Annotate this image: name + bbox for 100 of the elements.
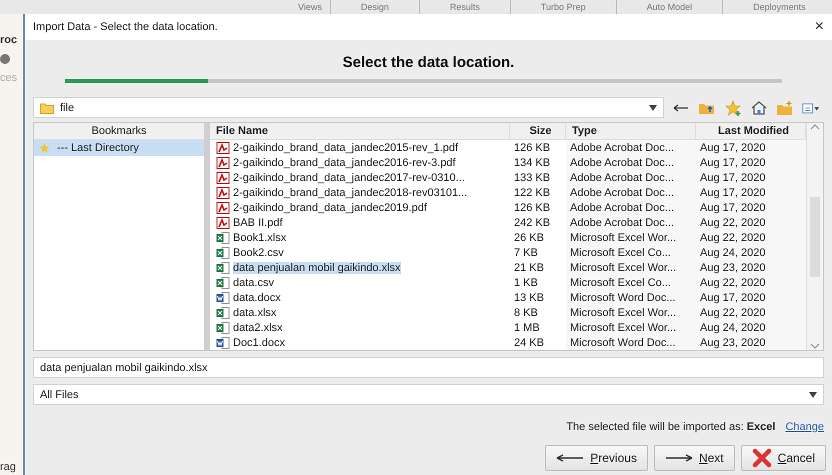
file-name[interactable]: data.docx bbox=[233, 292, 281, 304]
table-cell-text: 126 KB bbox=[513, 142, 552, 154]
file-name[interactable]: 2-gaikindo_brand_data_jandec2019.pdf bbox=[233, 202, 427, 214]
circle-icon bbox=[0, 54, 10, 64]
table-cell-text: 126 KB bbox=[513, 202, 552, 214]
pdf-file-icon bbox=[216, 156, 230, 168]
file-name[interactable]: data2.xlsx bbox=[233, 322, 283, 334]
caret-icon bbox=[649, 104, 657, 110]
table-cell-text: 1 MB bbox=[513, 322, 541, 334]
pdf-file-icon bbox=[216, 202, 230, 214]
star-icon[interactable] bbox=[724, 100, 742, 116]
table-cell-text: 26 KB bbox=[513, 232, 545, 244]
table-cell-text: 7 KB bbox=[513, 246, 539, 258]
pdf-file-icon bbox=[216, 172, 230, 184]
previous-button[interactable]: Previous bbox=[545, 445, 648, 471]
table-cell: Microsoft Word Doc... bbox=[566, 335, 696, 350]
table-cell-text: 134 KB bbox=[513, 156, 552, 168]
document-file-icon bbox=[216, 336, 230, 348]
document-file-icon bbox=[216, 292, 230, 304]
pdf-file-icon bbox=[216, 186, 230, 198]
scroll-up-icon bbox=[810, 123, 820, 131]
table-cell: Aug 17, 2020 bbox=[696, 185, 806, 200]
side-label: rag bbox=[0, 461, 16, 473]
table-cell-text: 1 KB bbox=[513, 276, 539, 288]
table-cell: Aug 17, 2020 bbox=[696, 140, 806, 155]
file-name[interactable]: data penjualan mobil gaikindo.xlsx bbox=[233, 262, 401, 274]
table-cell: Aug 17, 2020 bbox=[696, 155, 806, 170]
pdf-file-icon bbox=[216, 142, 230, 154]
table-cell: Adobe Acrobat Doc... bbox=[566, 200, 696, 215]
column-header[interactable]: Size bbox=[510, 123, 566, 139]
home-icon[interactable] bbox=[750, 100, 768, 116]
spreadsheet-file-icon bbox=[216, 322, 230, 334]
table-cell: Aug 24, 2020 bbox=[696, 320, 806, 335]
table-cell: Adobe Acrobat Doc... bbox=[566, 170, 696, 185]
column-header[interactable]: File Name bbox=[210, 123, 510, 139]
file-name[interactable]: data.csv bbox=[233, 276, 274, 288]
table-cell: Aug 22, 2020 bbox=[696, 215, 806, 230]
table-cell: Microsoft Excel Co... bbox=[566, 275, 696, 290]
table-cell: Aug 23, 2020 bbox=[696, 335, 806, 350]
file-name[interactable]: 2-gaikindo_brand_data_jandec2017-rev-0310... bbox=[233, 172, 465, 184]
file-name[interactable]: data.xlsx bbox=[233, 306, 276, 318]
file-name[interactable]: 2-gaikindo_brand_data_jandec2015-rev_1.pdf bbox=[233, 142, 458, 154]
close-button[interactable]: × bbox=[812, 18, 826, 36]
change-link[interactable]: Change bbox=[785, 421, 824, 433]
cancel-button[interactable]: Cancel bbox=[740, 445, 826, 471]
path-dropdown[interactable]: file bbox=[33, 97, 664, 118]
table-cell: Aug 17, 2020 bbox=[696, 200, 806, 215]
file-name[interactable]: Book1.xlsx bbox=[233, 232, 286, 244]
file-name[interactable]: Book2.csv bbox=[233, 246, 284, 258]
import-info: The selected file will be imported as: Excel bbox=[566, 421, 776, 433]
table-cell: Adobe Acrobat Doc... bbox=[566, 155, 696, 170]
table-cell: Adobe Acrobat Doc... bbox=[566, 185, 696, 200]
column-header[interactable]: Bookmarks bbox=[34, 123, 204, 140]
table-cell: Microsoft Excel Wor... bbox=[566, 320, 696, 335]
file-name[interactable]: BAB II.pdf bbox=[233, 216, 283, 228]
cross-icon bbox=[752, 448, 772, 468]
table-cell-text: 122 KB bbox=[513, 186, 552, 198]
table-cell: Microsoft Excel Wor... bbox=[566, 305, 696, 320]
table-cell: Aug 22, 2020 bbox=[696, 275, 806, 290]
star-icon bbox=[38, 142, 51, 154]
table-cell: Aug 22, 2020 bbox=[696, 230, 806, 245]
column-header[interactable]: Type bbox=[566, 123, 696, 139]
next-button[interactable]: Next bbox=[654, 445, 735, 471]
caret-icon bbox=[809, 392, 817, 398]
window-title: Import Data - Select the data location. bbox=[33, 21, 218, 33]
folder-icon bbox=[40, 102, 54, 114]
table-cell: Microsoft Excel Co... bbox=[566, 245, 696, 260]
file-type-dropdown[interactable]: All Files bbox=[33, 384, 824, 405]
table-cell: Aug 24, 2020 bbox=[696, 245, 806, 260]
pdf-file-icon bbox=[216, 216, 230, 228]
file-name[interactable]: 2-gaikindo_brand_data_jandec2016-rev-3.pdf bbox=[233, 156, 456, 168]
table-cell: Aug 17, 2020 bbox=[696, 290, 806, 305]
table-cell: Aug 22, 2020 bbox=[696, 305, 806, 320]
spreadsheet-file-icon bbox=[216, 232, 230, 244]
table-cell-text: 24 KB bbox=[513, 336, 545, 348]
scroll-down-icon bbox=[810, 342, 820, 350]
table-cell-text: 8 KB bbox=[513, 306, 539, 318]
file-name-field[interactable]: data penjualan mobil gaikindo.xlsx bbox=[33, 357, 824, 378]
table-cell-text: 21 KB bbox=[513, 262, 545, 274]
file-name[interactable]: 2-gaikindo_brand_data_jandec2018-rev03101... bbox=[233, 186, 468, 198]
spreadsheet-file-icon bbox=[216, 276, 230, 288]
left-arrow-icon bbox=[556, 454, 584, 462]
side-label: roc bbox=[0, 34, 18, 46]
file-name[interactable]: Doc1.docx bbox=[233, 336, 285, 348]
table-cell-text: 133 KB bbox=[513, 172, 552, 184]
table-cell: Adobe Acrobat Doc... bbox=[566, 215, 696, 230]
table-cell: Aug 17, 2020 bbox=[696, 170, 806, 185]
bookmark-item[interactable]: --- Last Directory bbox=[34, 140, 204, 156]
table-cell-text: 242 KB bbox=[513, 216, 552, 228]
table-cell: Microsoft Word Doc... bbox=[566, 290, 696, 305]
spreadsheet-file-icon bbox=[216, 246, 230, 258]
table-cell: Microsoft Excel Wor... bbox=[566, 260, 696, 275]
right-arrow-icon bbox=[664, 454, 693, 462]
table-cell-text: 13 KB bbox=[513, 292, 545, 304]
scrollbar[interactable] bbox=[806, 123, 823, 350]
spreadsheet-file-icon bbox=[216, 306, 230, 318]
dialog-heading: Select the data location. bbox=[342, 53, 516, 73]
table-cell: Adobe Acrobat Doc... bbox=[566, 140, 696, 155]
table-cell: Aug 23, 2020 bbox=[696, 260, 806, 275]
spreadsheet-file-icon bbox=[216, 262, 230, 274]
